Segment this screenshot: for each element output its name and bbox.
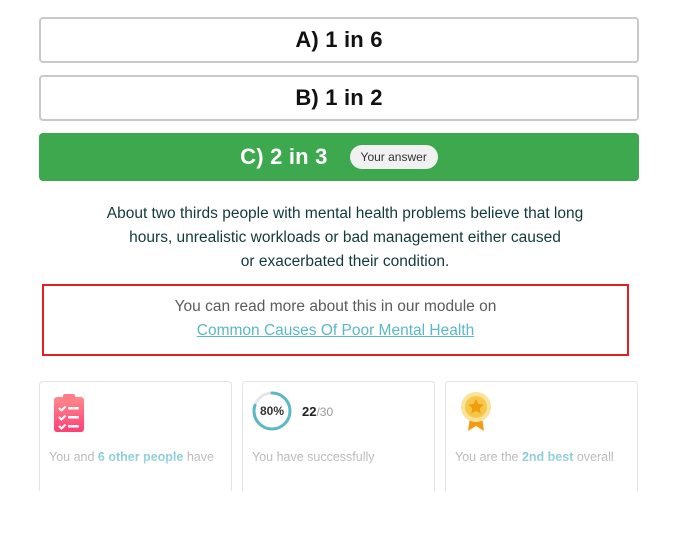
- score-correct: 22: [302, 404, 317, 419]
- participants-count: 6 other people: [97, 450, 184, 464]
- option-b-label: B) 1 in 2: [295, 85, 383, 110]
- award-medal-icon: [460, 391, 492, 438]
- explanation-line: or exacerbated their condition.: [240, 253, 450, 270]
- rank-card: You are the 2nd best overall: [445, 381, 638, 491]
- option-c-label: C) 2 in 3: [240, 144, 328, 169]
- more-info-box: You can read more about this in our modu…: [42, 284, 629, 356]
- option-a-label: A) 1 in 6: [295, 27, 383, 52]
- percent-label: 80%: [259, 404, 285, 418]
- more-info-text: You can read more about this in our modu…: [174, 298, 497, 315]
- score-text: You have successfully: [252, 450, 375, 464]
- score-total: /30: [316, 405, 334, 419]
- participants-text: You and 6 other people have: [49, 450, 214, 464]
- participants-card: You and 6 other people have: [39, 381, 232, 491]
- explanation-line: About two thirds people with mental heal…: [106, 205, 584, 222]
- rank-text: You are the 2nd best overall: [455, 450, 614, 464]
- rank-highlight: 2nd best: [521, 450, 574, 464]
- option-c[interactable]: C) 2 in 3 Your answer: [39, 133, 639, 181]
- score-card: 80% 22/30 You have successfully: [242, 381, 435, 491]
- score-value: 22/30: [302, 404, 333, 419]
- your-answer-badge: Your answer: [349, 145, 438, 169]
- percent-ring: 80%: [251, 390, 293, 432]
- option-a[interactable]: A) 1 in 6: [39, 17, 639, 63]
- explanation-line: hours, unrealistic workloads or bad mana…: [129, 229, 561, 246]
- answer-explanation: About two thirds people with mental heal…: [80, 202, 610, 274]
- option-b[interactable]: B) 1 in 2: [39, 75, 639, 121]
- checklist-icon: [53, 393, 85, 438]
- module-link[interactable]: Common Causes Of Poor Mental Health: [197, 322, 474, 339]
